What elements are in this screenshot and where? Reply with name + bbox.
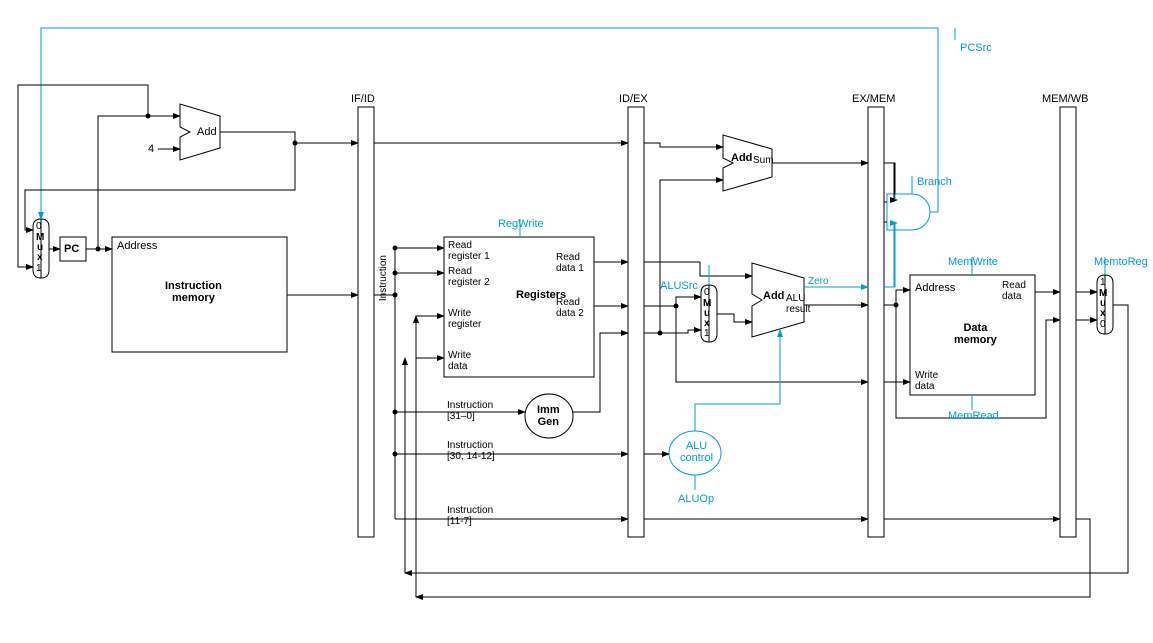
exmem-reg: [868, 107, 884, 537]
dmem-wdata: Write data: [915, 370, 938, 392]
exmem-label: EX/MEM: [852, 93, 895, 105]
pc-label: PC: [64, 243, 79, 255]
wd-label: Write data: [448, 350, 471, 372]
memtoreg-label: MemtoReg: [1094, 256, 1148, 268]
regwrite-label: RegWrite: [498, 218, 544, 230]
alusrc-mux-0: 0: [704, 287, 710, 298]
rd2-label: Read data 2: [556, 297, 584, 319]
branch-label: Branch: [917, 176, 952, 188]
alusrc-mux-1: 1: [704, 328, 710, 339]
rd1-label: Read data 1: [556, 252, 584, 274]
alusrc-label: ALUSrc: [660, 280, 698, 292]
pcmux-0: 0: [36, 221, 42, 232]
wb-mux-1: 1: [1100, 277, 1106, 288]
zero-label: Zero: [808, 276, 829, 287]
inst11-7: Instruction [11-7]: [447, 505, 493, 527]
alu-result: ALU result: [786, 293, 810, 315]
memwb-label: MEM/WB: [1042, 93, 1088, 105]
memwb-reg: [1060, 107, 1076, 537]
const-4: 4: [148, 143, 154, 155]
rr2-label: Read register 2: [448, 266, 490, 288]
inst30: Instruction [30, 14-12]: [447, 440, 495, 462]
immgen-label: Imm Gen: [537, 404, 560, 428]
pcmux-1: 1: [36, 263, 42, 274]
alusrc-mux-r: [709, 285, 717, 342]
imem-label: Instruction memory: [165, 280, 222, 304]
add-pc4-label: Add: [197, 126, 217, 138]
idex-label: ID/EX: [619, 93, 648, 105]
wb-mux-r: [1105, 275, 1113, 334]
imem-addr: Address: [117, 240, 157, 252]
dmem-label: Data memory: [954, 322, 997, 346]
aluop-label: ALUOp: [678, 493, 714, 505]
pcsrc-label: PCSrc: [960, 42, 992, 54]
ifid-label: IF/ID: [351, 93, 375, 105]
inst31-0: Instruction [31–0]: [447, 400, 493, 422]
aluctrl-label: ALU control: [680, 440, 713, 464]
memread-label: MemRead: [948, 410, 999, 422]
wb-mux-0: 0: [1100, 319, 1106, 330]
instruction-vertical: Instruction: [378, 255, 389, 301]
pipeline-datapath-diagram: .w { stroke:#000; stroke-width:1; fill:n…: [0, 0, 1153, 643]
pcmux-x: x: [37, 252, 43, 263]
wb-mux-x: x: [1100, 308, 1106, 319]
dmem-addr: Address: [915, 282, 955, 294]
addsum-add: Add: [731, 152, 752, 164]
idex-reg: [628, 107, 644, 537]
rr1-label: Read register 1: [448, 240, 490, 262]
addsum-sum: Sum: [753, 155, 774, 166]
alu-add: Add: [763, 290, 784, 302]
ifid-reg: [358, 107, 374, 537]
branch-and: [887, 194, 930, 230]
memwrite-label: MemWrite: [948, 256, 998, 268]
dmem-rdata: Read data: [1002, 280, 1026, 302]
wr-label: Write register: [448, 308, 481, 330]
